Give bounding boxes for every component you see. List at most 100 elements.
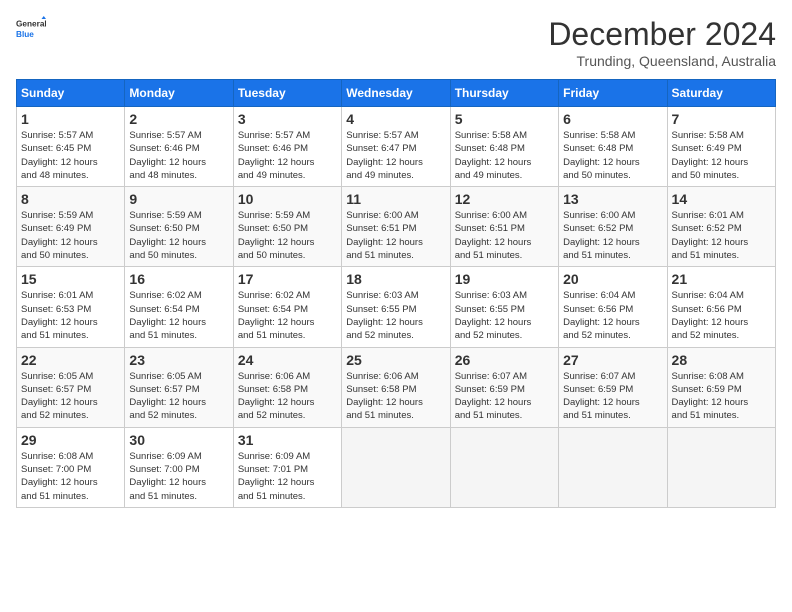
day-info: Sunrise: 5:57 AM Sunset: 6:45 PM Dayligh… xyxy=(21,129,120,182)
day-info: Sunrise: 6:07 AM Sunset: 6:59 PM Dayligh… xyxy=(455,370,554,423)
calendar-day-cell: 8 Sunrise: 5:59 AM Sunset: 6:49 PM Daylig… xyxy=(17,187,125,267)
calendar-day-cell xyxy=(450,427,558,507)
day-number: 13 xyxy=(563,191,662,207)
weekday-header: Sunday xyxy=(17,80,125,107)
calendar-day-cell: 18 Sunrise: 6:03 AM Sunset: 6:55 PM Dayli… xyxy=(342,267,450,347)
calendar-week-row: 8 Sunrise: 5:59 AM Sunset: 6:49 PM Daylig… xyxy=(17,187,776,267)
weekday-header: Thursday xyxy=(450,80,558,107)
day-number: 21 xyxy=(672,271,771,287)
calendar-day-cell: 28Sunrise: 6:08 AM Sunset: 6:59 PM Dayli… xyxy=(667,347,775,427)
day-info: Sunrise: 6:00 AM Sunset: 6:51 PM Dayligh… xyxy=(455,209,554,262)
calendar-day-cell xyxy=(667,427,775,507)
day-info: Sunrise: 5:57 AM Sunset: 6:46 PM Dayligh… xyxy=(129,129,228,182)
day-number: 28 xyxy=(672,352,771,368)
day-info: Sunrise: 6:06 AM Sunset: 6:58 PM Dayligh… xyxy=(238,370,337,423)
calendar-day-cell: 20 Sunrise: 6:04 AM Sunset: 6:56 PM Dayli… xyxy=(559,267,667,347)
calendar-day-cell: 10 Sunrise: 5:59 AM Sunset: 6:50 PM Dayli… xyxy=(233,187,341,267)
calendar-day-cell: 24 Sunrise: 6:06 AM Sunset: 6:58 PM Dayli… xyxy=(233,347,341,427)
weekday-header: Wednesday xyxy=(342,80,450,107)
day-number: 8 xyxy=(21,191,120,207)
calendar-day-cell: 30 Sunrise: 6:09 AM Sunset: 7:00 PM Dayli… xyxy=(125,427,233,507)
day-info: Sunrise: 6:04 AM Sunset: 6:56 PM Dayligh… xyxy=(672,289,771,342)
calendar-day-cell: 29Sunrise: 6:08 AM Sunset: 7:00 PM Dayli… xyxy=(17,427,125,507)
day-number: 2 xyxy=(129,111,228,127)
calendar-day-cell: 6Sunrise: 5:58 AM Sunset: 6:48 PM Daylig… xyxy=(559,107,667,187)
day-number: 4 xyxy=(346,111,445,127)
day-number: 26 xyxy=(455,352,554,368)
day-number: 15 xyxy=(21,271,120,287)
day-info: Sunrise: 5:57 AM Sunset: 6:46 PM Dayligh… xyxy=(238,129,337,182)
day-info: Sunrise: 6:09 AM Sunset: 7:00 PM Dayligh… xyxy=(129,450,228,503)
calendar-day-cell: 2 Sunrise: 5:57 AM Sunset: 6:46 PM Daylig… xyxy=(125,107,233,187)
calendar-day-cell: 9Sunrise: 5:59 AM Sunset: 6:50 PM Daylig… xyxy=(125,187,233,267)
day-number: 29 xyxy=(21,432,120,448)
day-info: Sunrise: 5:59 AM Sunset: 6:49 PM Dayligh… xyxy=(21,209,120,262)
day-number: 24 xyxy=(238,352,337,368)
day-info: Sunrise: 6:01 AM Sunset: 6:52 PM Dayligh… xyxy=(672,209,771,262)
day-info: Sunrise: 6:00 AM Sunset: 6:52 PM Dayligh… xyxy=(563,209,662,262)
month-title: December 2024 xyxy=(548,16,776,53)
calendar-day-cell: 13 Sunrise: 6:00 AM Sunset: 6:52 PM Dayli… xyxy=(559,187,667,267)
day-info: Sunrise: 6:02 AM Sunset: 6:54 PM Dayligh… xyxy=(238,289,337,342)
calendar-week-row: 22 Sunrise: 6:05 AM Sunset: 6:57 PM Dayli… xyxy=(17,347,776,427)
page-header: General Blue December 2024 Trunding, Que… xyxy=(16,16,776,69)
day-info: Sunrise: 5:59 AM Sunset: 6:50 PM Dayligh… xyxy=(238,209,337,262)
day-number: 25 xyxy=(346,352,445,368)
weekday-header: Saturday xyxy=(667,80,775,107)
day-number: 16 xyxy=(129,271,228,287)
calendar-table: SundayMondayTuesdayWednesdayThursdayFrid… xyxy=(16,79,776,508)
calendar-day-cell: 5Sunrise: 5:58 AM Sunset: 6:48 PM Daylig… xyxy=(450,107,558,187)
calendar-day-cell: 27Sunrise: 6:07 AM Sunset: 6:59 PM Dayli… xyxy=(559,347,667,427)
calendar-day-cell xyxy=(559,427,667,507)
day-number: 23 xyxy=(129,352,228,368)
location-subtitle: Trunding, Queensland, Australia xyxy=(548,53,776,69)
day-number: 19 xyxy=(455,271,554,287)
day-info: Sunrise: 6:00 AM Sunset: 6:51 PM Dayligh… xyxy=(346,209,445,262)
day-number: 31 xyxy=(238,432,337,448)
day-number: 14 xyxy=(672,191,771,207)
day-number: 18 xyxy=(346,271,445,287)
calendar-day-cell: 26 Sunrise: 6:07 AM Sunset: 6:59 PM Dayli… xyxy=(450,347,558,427)
day-number: 1 xyxy=(21,111,120,127)
day-info: Sunrise: 6:03 AM Sunset: 6:55 PM Dayligh… xyxy=(455,289,554,342)
calendar-day-cell: 12 Sunrise: 6:00 AM Sunset: 6:51 PM Dayli… xyxy=(450,187,558,267)
logo-icon: General Blue xyxy=(16,16,46,46)
day-info: Sunrise: 6:02 AM Sunset: 6:54 PM Dayligh… xyxy=(129,289,228,342)
day-info: Sunrise: 6:04 AM Sunset: 6:56 PM Dayligh… xyxy=(563,289,662,342)
weekday-header: Tuesday xyxy=(233,80,341,107)
day-number: 30 xyxy=(129,432,228,448)
svg-text:General: General xyxy=(16,20,46,29)
calendar-day-cell: 7Sunrise: 5:58 AM Sunset: 6:49 PM Daylig… xyxy=(667,107,775,187)
day-info: Sunrise: 6:07 AM Sunset: 6:59 PM Dayligh… xyxy=(563,370,662,423)
calendar-day-cell: 31 Sunrise: 6:09 AM Sunset: 7:01 PM Dayli… xyxy=(233,427,341,507)
calendar-day-cell: 25 Sunrise: 6:06 AM Sunset: 6:58 PM Dayli… xyxy=(342,347,450,427)
calendar-day-cell: 22 Sunrise: 6:05 AM Sunset: 6:57 PM Dayli… xyxy=(17,347,125,427)
calendar-header-row: SundayMondayTuesdayWednesdayThursdayFrid… xyxy=(17,80,776,107)
day-info: Sunrise: 5:59 AM Sunset: 6:50 PM Dayligh… xyxy=(129,209,228,262)
day-info: Sunrise: 6:09 AM Sunset: 7:01 PM Dayligh… xyxy=(238,450,337,503)
day-info: Sunrise: 6:03 AM Sunset: 6:55 PM Dayligh… xyxy=(346,289,445,342)
day-number: 10 xyxy=(238,191,337,207)
calendar-day-cell: 19 Sunrise: 6:03 AM Sunset: 6:55 PM Dayli… xyxy=(450,267,558,347)
day-info: Sunrise: 6:01 AM Sunset: 6:53 PM Dayligh… xyxy=(21,289,120,342)
day-number: 17 xyxy=(238,271,337,287)
day-number: 20 xyxy=(563,271,662,287)
calendar-week-row: 15 Sunrise: 6:01 AM Sunset: 6:53 PM Dayli… xyxy=(17,267,776,347)
day-number: 22 xyxy=(21,352,120,368)
weekday-header: Friday xyxy=(559,80,667,107)
calendar-week-row: 1 Sunrise: 5:57 AM Sunset: 6:45 PM Daylig… xyxy=(17,107,776,187)
day-info: Sunrise: 5:58 AM Sunset: 6:48 PM Dayligh… xyxy=(563,129,662,182)
calendar-day-cell: 15 Sunrise: 6:01 AM Sunset: 6:53 PM Dayli… xyxy=(17,267,125,347)
day-number: 7 xyxy=(672,111,771,127)
day-info: Sunrise: 6:05 AM Sunset: 6:57 PM Dayligh… xyxy=(21,370,120,423)
day-info: Sunrise: 5:57 AM Sunset: 6:47 PM Dayligh… xyxy=(346,129,445,182)
day-info: Sunrise: 6:05 AM Sunset: 6:57 PM Dayligh… xyxy=(129,370,228,423)
logo: General Blue xyxy=(16,16,46,46)
svg-text:Blue: Blue xyxy=(16,30,34,39)
day-number: 11 xyxy=(346,191,445,207)
day-number: 12 xyxy=(455,191,554,207)
day-info: Sunrise: 6:06 AM Sunset: 6:58 PM Dayligh… xyxy=(346,370,445,423)
calendar-day-cell: 11 Sunrise: 6:00 AM Sunset: 6:51 PM Dayli… xyxy=(342,187,450,267)
calendar-day-cell: 16 Sunrise: 6:02 AM Sunset: 6:54 PM Dayli… xyxy=(125,267,233,347)
day-number: 3 xyxy=(238,111,337,127)
